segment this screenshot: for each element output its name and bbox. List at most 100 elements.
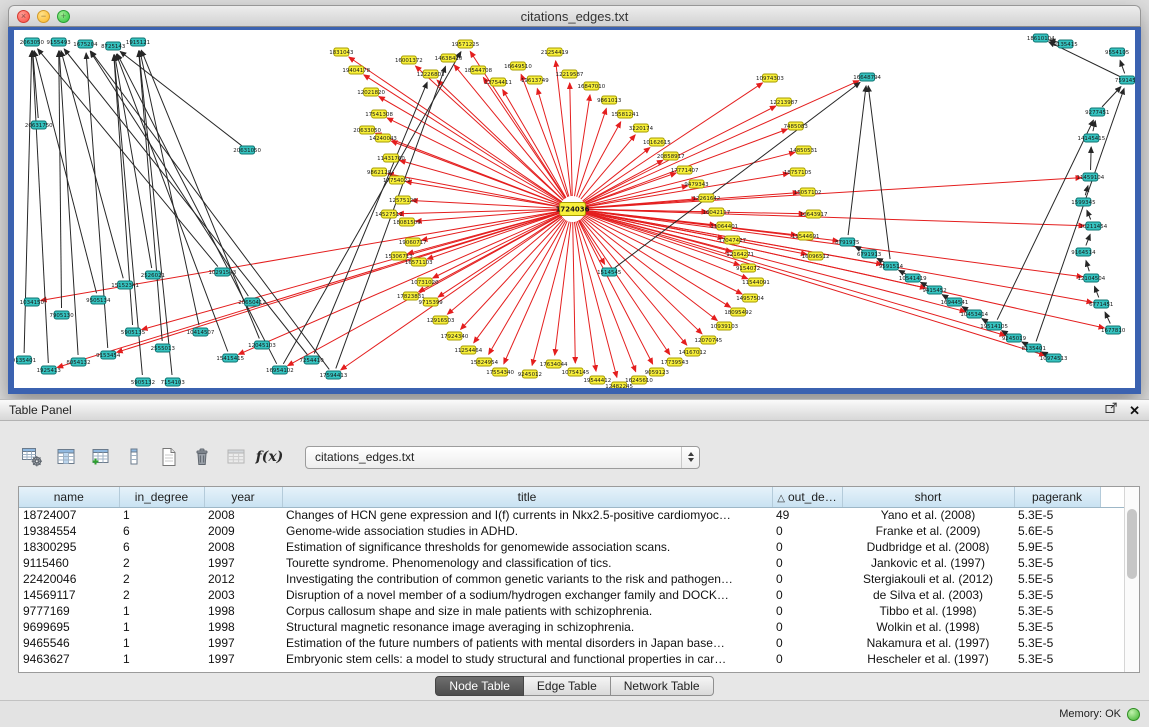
graph-node[interactable]: 19404178 — [342, 66, 370, 74]
graph-node[interactable]: 10974513 — [1040, 354, 1068, 362]
graph-node[interactable]: 10541419 — [899, 274, 927, 282]
delete-column-icon[interactable] — [188, 444, 215, 471]
zoom-window-button[interactable]: + — [57, 10, 70, 23]
cell-year[interactable]: 2008 — [204, 539, 282, 555]
cell-in-degree[interactable]: 1 — [119, 507, 204, 523]
graph-node[interactable]: 9861013 — [597, 96, 622, 104]
graph-node[interactable]: 16042117 — [702, 208, 730, 216]
graph-edge[interactable] — [585, 178, 1081, 209]
graph-edge[interactable] — [532, 222, 569, 366]
graph-node[interactable]: 9164514 — [1071, 248, 1096, 256]
cell-title[interactable]: Structural magnetic resonance image aver… — [282, 619, 772, 635]
table-mode-icon[interactable] — [18, 444, 45, 471]
cell-pagerank[interactable]: 5.3E-5 — [1014, 507, 1100, 523]
graph-node[interactable]: 14145415 — [1077, 134, 1105, 142]
graph-node[interactable]: 17823831 — [397, 292, 425, 300]
graph-node[interactable]: 10731020 — [411, 278, 439, 286]
graph-node[interactable]: 12045103 — [248, 341, 276, 349]
graph-node[interactable]: 17634044 — [540, 360, 568, 368]
graph-edge[interactable] — [848, 86, 866, 235]
graph-edge[interactable] — [585, 152, 795, 206]
tab-node-table[interactable]: Node Table — [435, 676, 524, 696]
network-canvas[interactable]: 1724036183104319404178120218201754130820… — [8, 27, 1141, 394]
cell-short[interactable]: de Silva et al. (2003) — [842, 587, 1014, 603]
float-panel-icon[interactable] — [1105, 401, 1118, 419]
graph-node[interactable]: 7905130 — [49, 311, 74, 319]
graph-node[interactable]: 19544412 — [583, 376, 611, 384]
cell-pagerank[interactable]: 5.3E-5 — [1014, 555, 1100, 571]
cell-year[interactable]: 1997 — [204, 555, 282, 571]
graph-node[interactable]: 20631050 — [233, 146, 261, 154]
graph-node[interactable]: 9135415 — [1053, 40, 1077, 48]
graph-node[interactable]: 9059123 — [645, 368, 670, 376]
column-header-name[interactable]: name — [19, 487, 119, 507]
tab-edge-table[interactable]: Edge Table — [524, 676, 611, 696]
graph-edge[interactable] — [1086, 261, 1089, 272]
graph-node[interactable]: 19571225 — [452, 40, 480, 48]
column-header-title[interactable]: title — [282, 487, 772, 507]
graph-edge[interactable] — [406, 182, 560, 207]
cell-year[interactable]: 2003 — [204, 587, 282, 603]
cell-name[interactable]: 9115460 — [19, 555, 119, 571]
graph-node[interactable]: 11459104 — [1076, 173, 1104, 181]
graph-node[interactable]: 2063050 — [20, 38, 45, 46]
cell-name[interactable]: 9699695 — [19, 619, 119, 635]
graph-node[interactable]: 6771451 — [1089, 300, 1113, 308]
cell-short[interactable]: Stergiakouli et al. (2012) — [842, 571, 1014, 587]
cell-short[interactable]: Yano et al. (2008) — [842, 507, 1014, 523]
graph-edge[interactable] — [1095, 286, 1099, 297]
graph-node[interactable]: 9505134 — [86, 296, 111, 304]
graph-node[interactable]: 11544091 — [742, 278, 770, 286]
graph-node[interactable]: 14638410 — [435, 54, 463, 62]
graph-edge[interactable] — [120, 52, 241, 146]
graph-node[interactable]: 3220174 — [629, 124, 654, 132]
cell-name[interactable]: 9463627 — [19, 651, 119, 667]
graph-edge[interactable] — [585, 212, 1104, 328]
scrollbar-thumb[interactable] — [1127, 509, 1137, 579]
graph-edge[interactable] — [91, 51, 329, 369]
cell-year[interactable]: 1998 — [204, 603, 282, 619]
graph-edge[interactable] — [921, 282, 929, 286]
graph-node[interactable]: 14957504 — [736, 294, 764, 302]
cell-name[interactable]: 19384554 — [19, 523, 119, 539]
graph-edge[interactable] — [877, 258, 885, 262]
graph-node[interactable]: 1915121 — [126, 38, 150, 46]
graph-node[interactable]: 7154103 — [161, 378, 186, 386]
graph-node[interactable]: 18081509 — [393, 218, 421, 226]
cell-out-de[interactable]: 0 — [772, 539, 842, 555]
graph-node[interactable]: 10414507 — [187, 328, 215, 336]
table-row[interactable]: 1830029562008Estimation of significance … — [19, 539, 1125, 555]
graph-edge[interactable] — [142, 213, 560, 330]
cell-in-degree[interactable]: 2 — [119, 587, 204, 603]
cell-pagerank[interactable]: 5.5E-5 — [1014, 571, 1100, 587]
cell-in-degree[interactable]: 2 — [119, 555, 204, 571]
graph-edge[interactable] — [1087, 210, 1091, 219]
graph-edge[interactable] — [556, 61, 571, 196]
graph-edge[interactable] — [585, 213, 1006, 336]
graph-node[interactable]: 18095492 — [724, 308, 752, 316]
graph-edge[interactable] — [570, 83, 572, 196]
graph-edge[interactable] — [59, 51, 62, 308]
cell-year[interactable]: 1997 — [204, 635, 282, 651]
graph-node[interactable]: 14167012 — [679, 348, 707, 356]
graph-node[interactable]: 14527512 — [375, 210, 403, 218]
graph-node[interactable]: 17047427 — [718, 236, 746, 244]
cell-pagerank[interactable]: 5.3E-5 — [1014, 587, 1100, 603]
graph-node[interactable]: 9554105 — [1105, 48, 1129, 56]
graph-edge[interactable] — [584, 81, 859, 204]
graph-node[interactable]: 9155493 — [47, 38, 72, 46]
network-graph[interactable]: 1724036183104319404178120218201754130820… — [14, 30, 1135, 388]
graph-node[interactable]: 2555013 — [151, 344, 176, 352]
graph-edge[interactable] — [59, 51, 78, 355]
graph-node[interactable]: 15152341 — [111, 281, 139, 289]
graph-node[interactable]: 20631750 — [25, 121, 53, 129]
tab-network-table[interactable]: Network Table — [611, 676, 714, 696]
graph-node[interactable]: 11544691 — [792, 232, 820, 240]
graph-node[interactable]: 16001372 — [395, 56, 423, 64]
cell-title[interactable]: Disruption of a novel member of a sodium… — [282, 587, 772, 603]
cell-out-de[interactable]: 49 — [772, 507, 842, 523]
graph-node[interactable]: 10643917 — [800, 210, 828, 218]
graph-edge[interactable] — [997, 120, 1093, 320]
graph-node[interactable]: 10162615 — [643, 138, 671, 146]
graph-node[interactable]: 10453414 — [960, 310, 988, 318]
